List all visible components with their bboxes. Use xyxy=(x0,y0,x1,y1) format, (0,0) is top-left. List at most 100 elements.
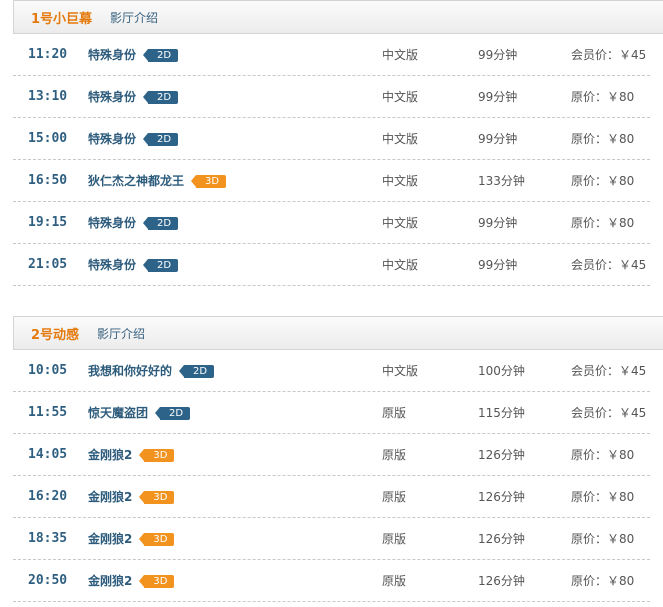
movie-title-link[interactable]: 特殊身份 xyxy=(88,202,136,244)
showtime-time: 16:20 xyxy=(28,489,68,504)
hall-name: 2号动感 xyxy=(31,327,80,343)
movie-title-link[interactable]: 我想和你好好的 xyxy=(88,350,172,392)
format-badge: 2D xyxy=(143,48,179,62)
duration: 100分钟 xyxy=(478,364,525,378)
duration: 115分钟 xyxy=(478,406,525,420)
showtime-time: 13:10 xyxy=(28,89,68,104)
duration: 133分钟 xyxy=(478,174,525,188)
format-badge: 3D xyxy=(139,574,175,588)
movie-cell: 金刚狼2 3D xyxy=(88,518,175,560)
movie-cell: 我想和你好好的 2D xyxy=(88,350,215,392)
showtime-time: 14:05 xyxy=(28,447,68,462)
showtime-time: 11:20 xyxy=(28,47,68,62)
ticket-price: 原价：￥80 xyxy=(571,132,635,146)
showtime-list: 10:05 我想和你好好的 2D 中文版 100分钟 会员价：￥45 11:55 惊天魔盗团 2… xyxy=(13,350,663,602)
showtime-time: 10:05 xyxy=(28,363,68,378)
ticket-price: 原价：￥80 xyxy=(571,174,635,188)
ticket-price: 原价：￥80 xyxy=(571,490,635,504)
format-badge: 3D xyxy=(139,490,175,504)
hall-header: 2号动感 影厅介绍 xyxy=(13,316,663,350)
showtime-row[interactable]: 13:10 特殊身份 2D 中文版 99分钟 原价：￥80 xyxy=(13,76,650,118)
format-badge: 2D xyxy=(143,258,179,272)
movie-title-link[interactable]: 金刚狼2 xyxy=(88,476,132,518)
language-version: 原版 xyxy=(382,532,407,546)
language-version: 中文版 xyxy=(382,132,419,146)
hall-section-2: 2号动感 影厅介绍 10:05 我想和你好好的 2D 中文版 100分钟 会员价：￥45 1… xyxy=(13,316,663,602)
language-version: 原版 xyxy=(382,490,407,504)
format-badge: 3D xyxy=(191,174,227,188)
language-version: 中文版 xyxy=(382,258,419,272)
language-version: 中文版 xyxy=(382,90,419,104)
showtime-row[interactable]: 11:20 特殊身份 2D 中文版 99分钟 会员价：￥45 xyxy=(13,34,650,76)
format-badge: 2D xyxy=(143,216,179,230)
showtime-row[interactable]: 15:00 特殊身份 2D 中文版 99分钟 原价：￥80 xyxy=(13,118,650,160)
movie-title-link[interactable]: 特殊身份 xyxy=(88,34,136,76)
movie-cell: 狄仁杰之神都龙王 3D xyxy=(88,160,227,202)
movie-cell: 惊天魔盗团 2D xyxy=(88,392,191,434)
ticket-price: 原价：￥80 xyxy=(571,532,635,546)
showtime-row[interactable]: 18:35 金刚狼2 3D 原版 126分钟 原价：￥80 xyxy=(13,518,650,560)
ticket-price: 会员价：￥45 xyxy=(571,364,647,378)
movie-cell: 特殊身份 2D xyxy=(88,244,179,286)
movie-cell: 特殊身份 2D xyxy=(88,76,179,118)
showtime-time: 16:50 xyxy=(28,173,68,188)
language-version: 中文版 xyxy=(382,364,419,378)
format-badge: 2D xyxy=(155,406,191,420)
movie-cell: 金刚狼2 3D xyxy=(88,434,175,476)
movie-title-link[interactable]: 金刚狼2 xyxy=(88,560,132,602)
language-version: 中文版 xyxy=(382,48,419,62)
movie-cell: 金刚狼2 3D xyxy=(88,476,175,518)
duration: 99分钟 xyxy=(478,258,518,272)
showtime-time: 18:35 xyxy=(28,531,68,546)
duration: 126分钟 xyxy=(478,574,525,588)
duration: 99分钟 xyxy=(478,90,518,104)
duration: 126分钟 xyxy=(478,532,525,546)
showtime-row[interactable]: 14:05 金刚狼2 3D 原版 126分钟 原价：￥80 xyxy=(13,434,650,476)
ticket-price: 原价：￥80 xyxy=(571,90,635,104)
movie-title-link[interactable]: 特殊身份 xyxy=(88,244,136,286)
showtime-time: 20:50 xyxy=(28,573,68,588)
showtime-row[interactable]: 21:05 特殊身份 2D 中文版 99分钟 会员价：￥45 xyxy=(13,244,650,286)
ticket-price: 会员价：￥45 xyxy=(571,406,647,420)
showtime-row[interactable]: 19:15 特殊身份 2D 中文版 99分钟 原价：￥80 xyxy=(13,202,650,244)
duration: 99分钟 xyxy=(478,132,518,146)
language-version: 原版 xyxy=(382,574,407,588)
movie-title-link[interactable]: 狄仁杰之神都龙王 xyxy=(88,160,184,202)
showtime-row[interactable]: 11:55 惊天魔盗团 2D 原版 115分钟 会员价：￥45 xyxy=(13,392,650,434)
ticket-price: 会员价：￥45 xyxy=(571,48,647,62)
showtime-time: 15:00 xyxy=(28,131,68,146)
hall-intro-link[interactable]: 影厅介绍 xyxy=(110,9,158,26)
movie-title-link[interactable]: 金刚狼2 xyxy=(88,434,132,476)
duration: 99分钟 xyxy=(478,48,518,62)
format-badge: 3D xyxy=(139,532,175,546)
format-badge: 2D xyxy=(143,90,179,104)
hall-header: 1号小巨幕 影厅介绍 xyxy=(13,0,663,34)
movie-cell: 特殊身份 2D xyxy=(88,202,179,244)
duration: 99分钟 xyxy=(478,216,518,230)
ticket-price: 原价：￥80 xyxy=(571,574,635,588)
hall-name: 1号小巨幕 xyxy=(31,11,93,27)
movie-title-link[interactable]: 特殊身份 xyxy=(88,76,136,118)
showtime-time: 19:15 xyxy=(28,215,68,230)
showtime-time: 21:05 xyxy=(28,257,68,272)
showtime-row[interactable]: 20:50 金刚狼2 3D 原版 126分钟 原价：￥80 xyxy=(13,560,650,602)
showtime-row[interactable]: 10:05 我想和你好好的 2D 中文版 100分钟 会员价：￥45 xyxy=(13,350,650,392)
showtime-row[interactable]: 16:50 狄仁杰之神都龙王 3D 中文版 133分钟 原价：￥80 xyxy=(13,160,650,202)
language-version: 原版 xyxy=(382,448,407,462)
showtime-list: 11:20 特殊身份 2D 中文版 99分钟 会员价：￥45 13:10 特殊身份 2D 中文版 9… xyxy=(13,34,663,286)
showtime-row[interactable]: 16:20 金刚狼2 3D 原版 126分钟 原价：￥80 xyxy=(13,476,650,518)
ticket-price: 原价：￥80 xyxy=(571,216,635,230)
hall-intro-link[interactable]: 影厅介绍 xyxy=(97,325,145,342)
language-version: 原版 xyxy=(382,406,407,420)
duration: 126分钟 xyxy=(478,448,525,462)
language-version: 中文版 xyxy=(382,216,419,230)
movie-title-link[interactable]: 惊天魔盗团 xyxy=(88,392,148,434)
movie-cell: 金刚狼2 3D xyxy=(88,560,175,602)
duration: 126分钟 xyxy=(478,490,525,504)
ticket-price: 会员价：￥45 xyxy=(571,258,647,272)
movie-title-link[interactable]: 金刚狼2 xyxy=(88,518,132,560)
hall-section-1: 1号小巨幕 影厅介绍 11:20 特殊身份 2D 中文版 99分钟 会员价：￥45 13:1… xyxy=(13,0,663,286)
movie-title-link[interactable]: 特殊身份 xyxy=(88,118,136,160)
showtime-time: 11:55 xyxy=(28,405,68,420)
language-version: 中文版 xyxy=(382,174,419,188)
